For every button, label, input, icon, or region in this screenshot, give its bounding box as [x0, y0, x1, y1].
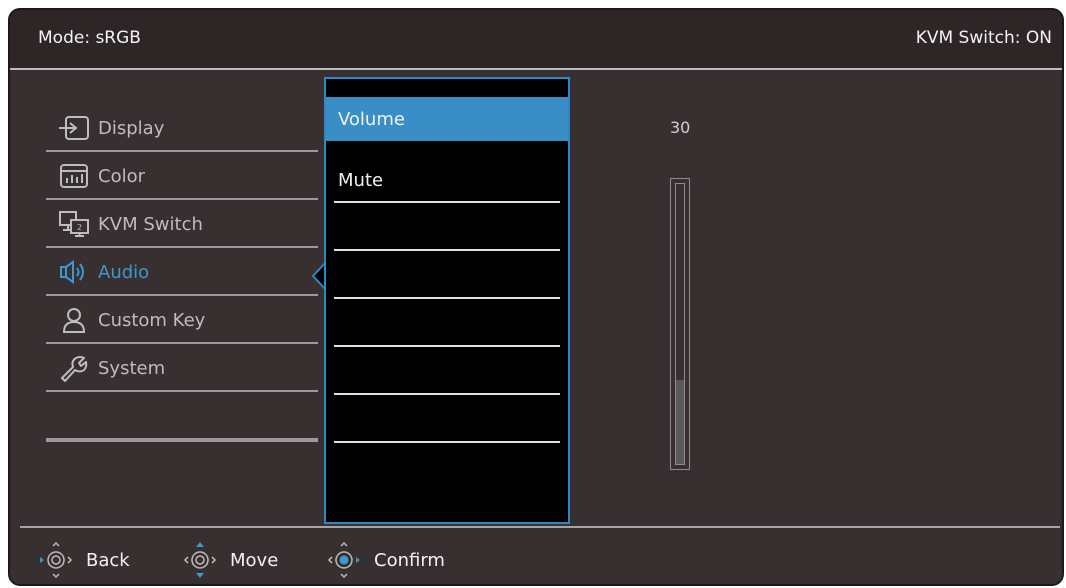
- menu-item-custom-key[interactable]: Custom Key: [46, 298, 318, 344]
- mode-label: Mode: sRGB: [38, 28, 141, 48]
- menu-item-color[interactable]: Color: [46, 154, 318, 200]
- submenu-item-empty: [334, 399, 560, 443]
- menu-item-label: Audio: [98, 261, 150, 283]
- hint-confirm: Confirm: [324, 538, 445, 582]
- menu-item-label: KVM Switch: [98, 213, 203, 235]
- joystick-confirm-icon: [327, 541, 360, 579]
- menu-item-label: Custom Key: [98, 309, 206, 331]
- hint-back: Back: [36, 538, 130, 582]
- volume-slider[interactable]: [670, 178, 690, 470]
- color-icon: [54, 161, 94, 191]
- joystick-updown-icon: [183, 542, 217, 578]
- submenu-item-empty: [334, 303, 560, 347]
- submenu-item-label: Volume: [338, 108, 405, 130]
- person-icon: [54, 305, 94, 335]
- menu-item-kvm-switch[interactable]: 2 KVM Switch: [46, 202, 318, 248]
- volume-slider-fill: [676, 380, 684, 464]
- submenu-item-empty: [334, 255, 560, 299]
- submenu-item-volume[interactable]: Volume: [326, 97, 568, 141]
- footer-divider: [20, 526, 1060, 528]
- menu-item-label: Display: [98, 117, 165, 139]
- menu-item-display[interactable]: Display: [46, 106, 318, 152]
- menu-item-system[interactable]: System: [46, 346, 318, 392]
- menu-item-label: Color: [98, 165, 145, 187]
- volume-value: 30: [670, 118, 691, 137]
- back-label: Back: [86, 549, 130, 571]
- wrench-icon: [54, 353, 94, 383]
- osd-window: Mode: sRGB KVM Switch: ON Display Color: [8, 8, 1064, 586]
- status-bar: Mode: sRGB KVM Switch: ON: [10, 10, 1062, 70]
- submenu-item-empty: [334, 207, 560, 251]
- submenu-item-label: Mute: [338, 169, 384, 191]
- move-label: Move: [230, 549, 279, 571]
- submenu-item-empty: [334, 351, 560, 395]
- display-input-icon: [54, 113, 94, 143]
- svg-text:2: 2: [77, 223, 82, 232]
- menu-item-audio[interactable]: Audio: [46, 250, 318, 296]
- joystick-left-icon: [40, 541, 73, 579]
- audio-submenu: Volume Mute: [324, 77, 570, 524]
- submenu-item-mute[interactable]: Mute: [334, 159, 560, 203]
- kvm-status-label: KVM Switch: ON: [915, 28, 1052, 48]
- hint-move: Move: [180, 538, 278, 582]
- volume-slider-track: [675, 183, 685, 465]
- kvm-switch-icon: 2: [54, 209, 94, 239]
- menu-item-label: System: [98, 357, 166, 379]
- confirm-label: Confirm: [374, 549, 445, 571]
- menu-item-empty: [46, 394, 318, 442]
- audio-speaker-icon: [54, 257, 94, 287]
